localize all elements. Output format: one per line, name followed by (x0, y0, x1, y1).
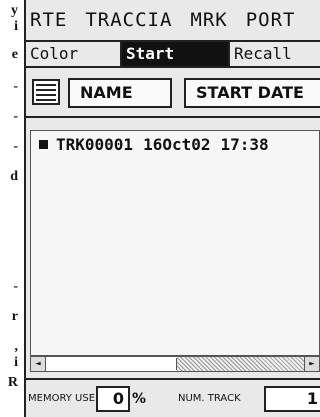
track-time: 17:38 (220, 135, 269, 154)
color-softkey[interactable]: Color (26, 42, 122, 66)
margin-char: i (14, 355, 18, 370)
column-header-row: NAME START DATE (26, 70, 320, 118)
menu-item-mrk[interactable]: MRK (190, 9, 227, 31)
start-softkey[interactable]: Start (122, 42, 230, 66)
margin-char: i (14, 19, 18, 34)
softkey-bar: Color Start Recall (26, 42, 320, 68)
bullet-icon (39, 140, 48, 149)
num-track-value: 1 (264, 386, 320, 412)
num-track-label: NUM. TRACK (178, 393, 241, 404)
track-date: 16Oct02 (143, 135, 211, 154)
margin-char: R (7, 375, 18, 390)
status-footer: MEMORY USED 0 % NUM. TRACK 1 (26, 378, 320, 417)
menu-item-rte[interactable]: RTE (30, 9, 67, 31)
margin-char: - (13, 279, 18, 294)
scroll-track[interactable] (177, 357, 304, 371)
percent-sign: % (132, 391, 147, 407)
horizontal-scrollbar[interactable]: ◄ ► (30, 356, 320, 372)
margin-char: y (11, 3, 18, 18)
margin-char: - (13, 79, 18, 94)
start-date-column-header[interactable]: START DATE (184, 78, 320, 108)
margin-char: e (11, 47, 18, 62)
scroll-right-icon[interactable]: ► (304, 357, 319, 371)
list-item[interactable]: TRK00001 16Oct02 17:38 (39, 135, 269, 154)
memory-used-value: 0 (96, 386, 130, 412)
track-list: TRK00001 16Oct02 17:38 (30, 130, 320, 356)
device-screen: RTE TRACCIA MRK PORT Color Start Recall … (24, 0, 320, 417)
scroll-left-icon[interactable]: ◄ (31, 357, 46, 371)
recall-softkey[interactable]: Recall (230, 42, 320, 66)
margin-char: r (11, 309, 18, 324)
menu-item-traccia[interactable]: TRACCIA (85, 9, 172, 31)
margin-char: - (13, 139, 18, 154)
track-name: TRK00001 (56, 135, 134, 154)
grid-list-icon[interactable] (32, 79, 60, 105)
scroll-thumb[interactable] (46, 358, 177, 370)
margin-char: d (10, 169, 18, 184)
margin-char: , (14, 339, 19, 354)
name-column-header[interactable]: NAME (68, 78, 172, 108)
menu-item-port[interactable]: PORT (246, 9, 296, 31)
memory-used-label: MEMORY USED (28, 393, 103, 404)
document-margin-text: y i e - - - d - r , i R (0, 0, 22, 417)
margin-char: - (13, 109, 18, 124)
top-menu-bar: RTE TRACCIA MRK PORT (26, 0, 320, 42)
